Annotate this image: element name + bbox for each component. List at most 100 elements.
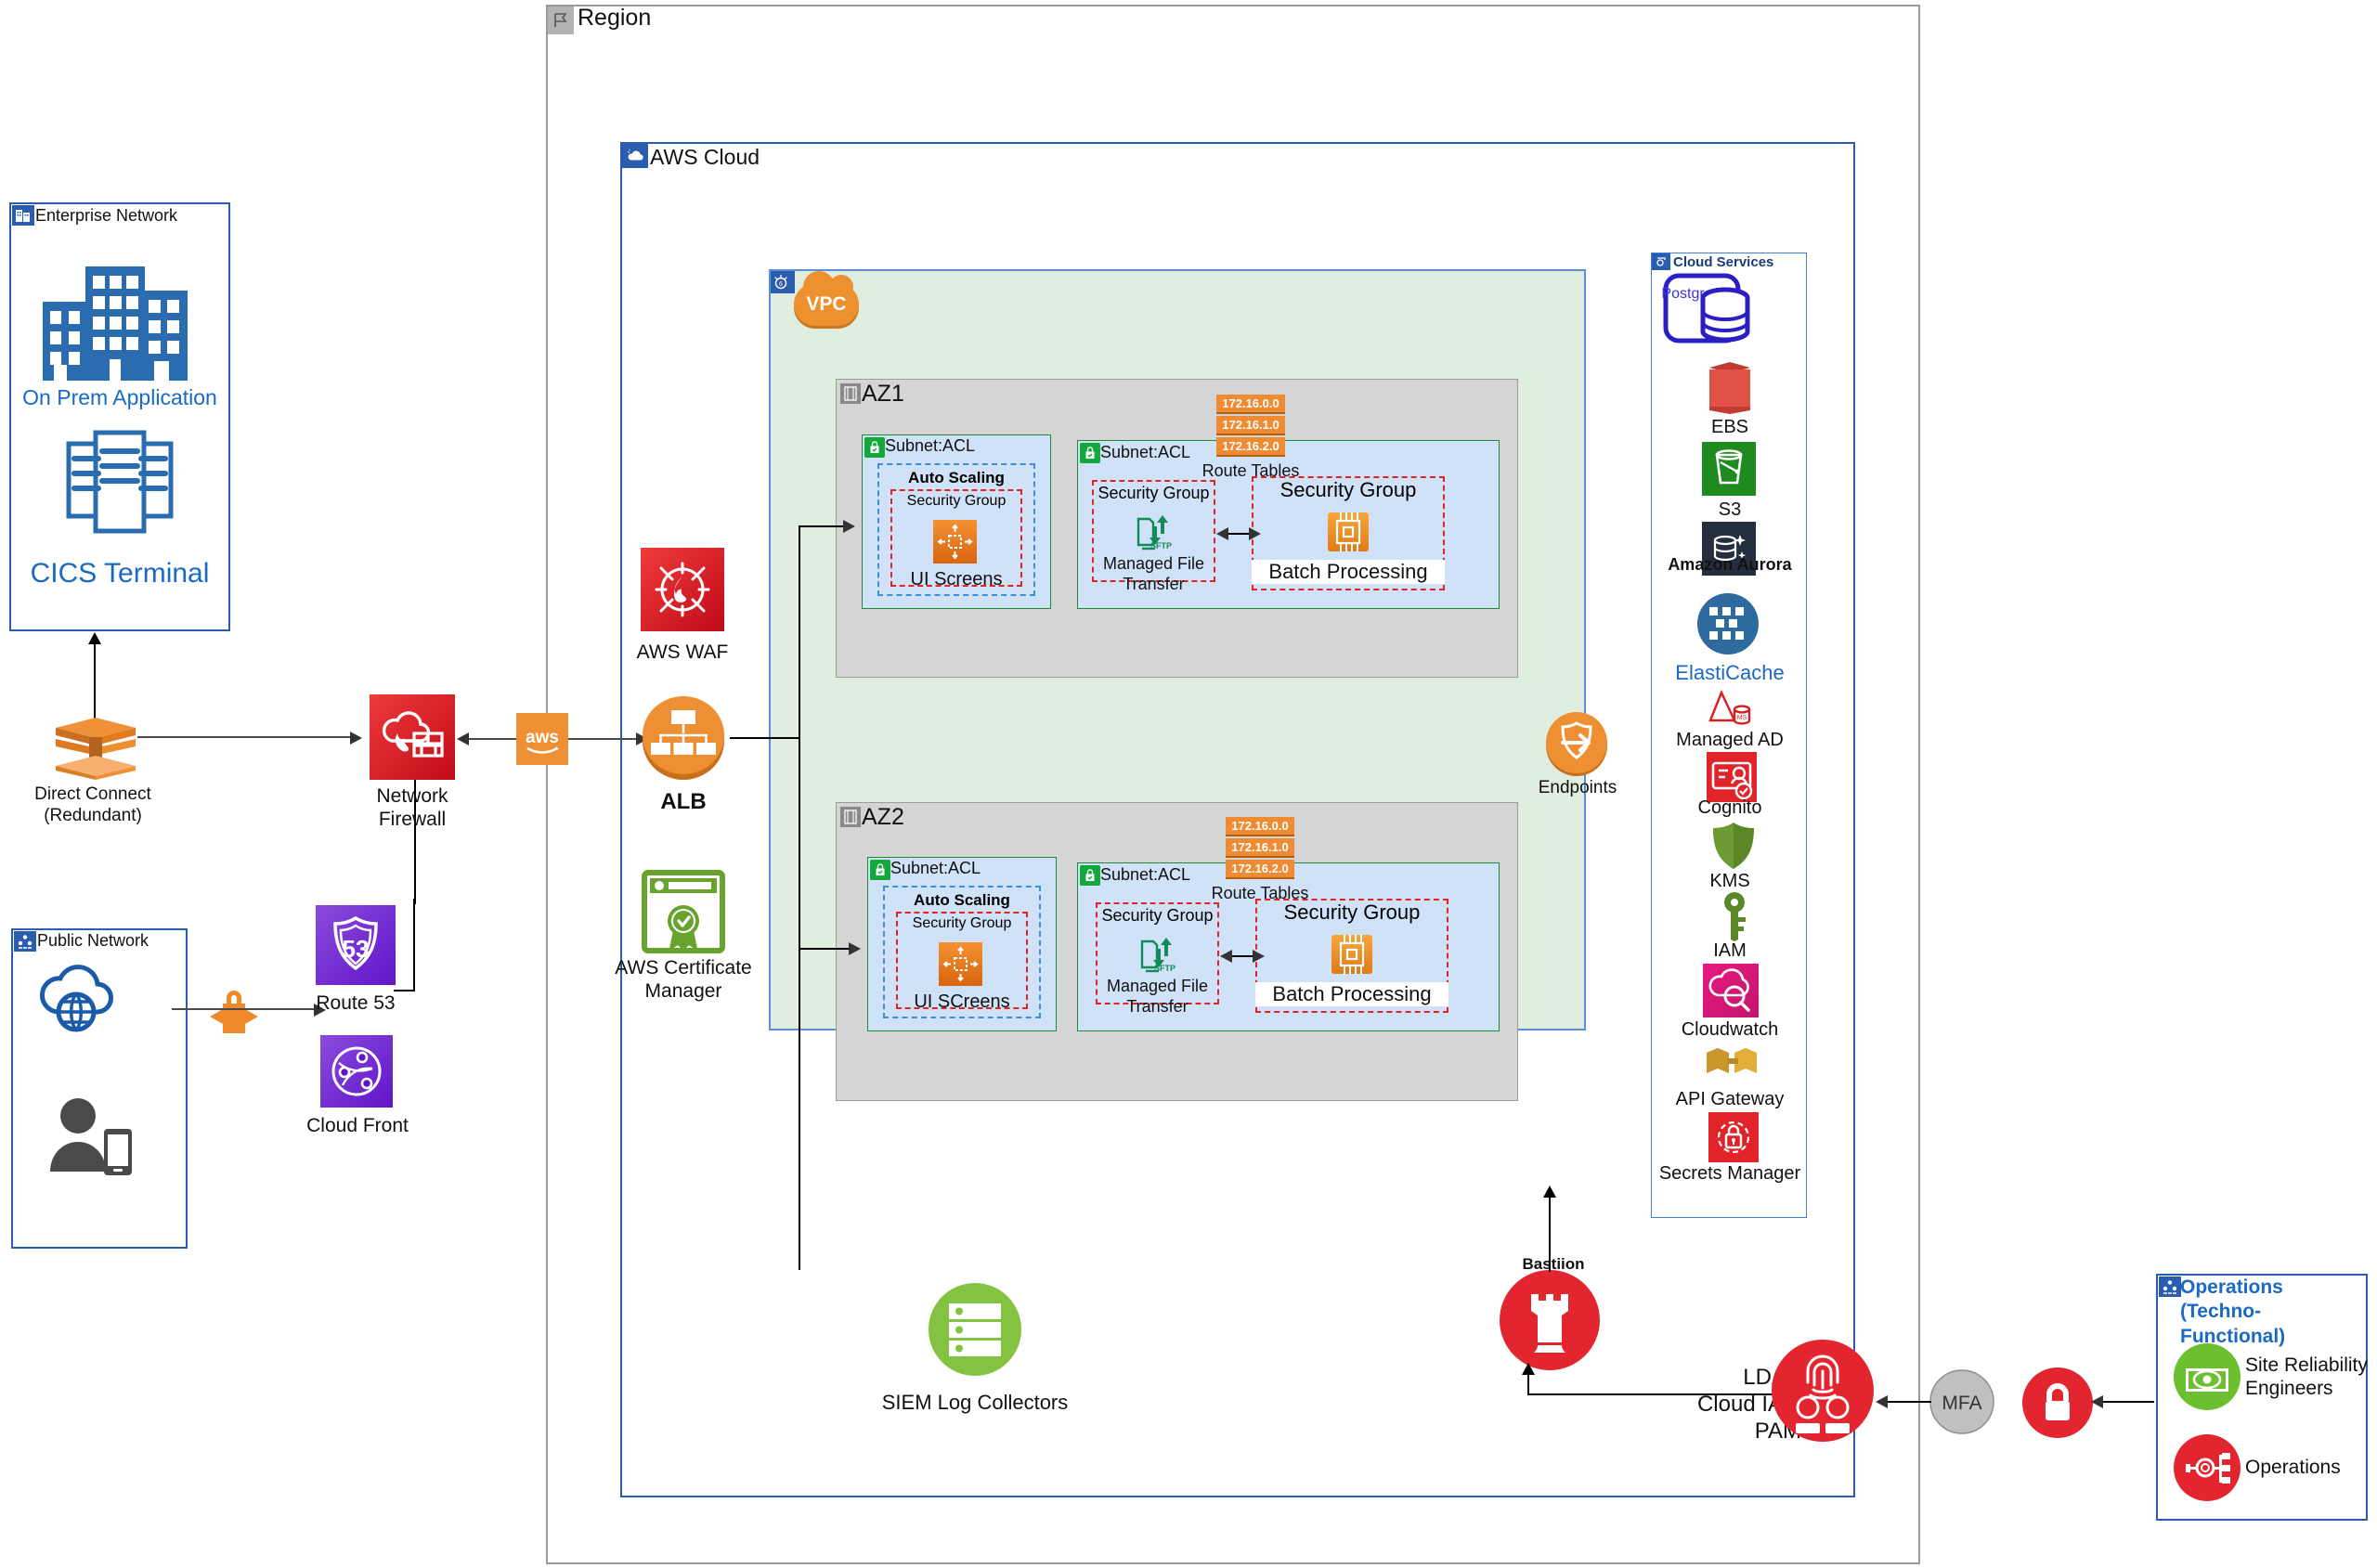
site-reliability-engineer-icon — [2174, 1343, 2241, 1410]
az1-route-cidr-2: 172.16.2.0 — [1216, 437, 1285, 457]
alb-label: ALB — [660, 789, 707, 814]
mfa-icon: MFA — [1929, 1369, 1994, 1434]
az1-route-cidr-0: 172.16.0.0 — [1216, 395, 1285, 414]
az1-route-cidr-1: 172.16.1.0 — [1216, 416, 1285, 435]
iam-label: IAM — [1713, 940, 1747, 961]
aws-to-firewall-arrow — [457, 732, 469, 745]
az1-sg-link-arrow-right — [1249, 527, 1261, 540]
region-label: Region — [578, 5, 652, 31]
identity-biometrics-icon — [1772, 1340, 1874, 1442]
ec2-instance-icon — [939, 942, 982, 986]
network-firewall-icon — [370, 694, 455, 780]
elasticache-label: ElastiCache — [1675, 661, 1785, 684]
az1-ui-screens-label: UI Screens — [910, 569, 1003, 590]
aws-waf-icon — [641, 548, 724, 631]
az1-left-security-group-label: Security Group — [906, 493, 1007, 509]
az2-left-security-group-label: Security Group — [912, 915, 1012, 931]
aws-to-alb-line — [568, 738, 637, 740]
operations-icon — [2174, 1434, 2241, 1501]
az1-label: AZ1 — [862, 381, 904, 407]
operations-to-padlock-line — [2100, 1401, 2154, 1403]
az1-managed-file-transfer-label: Managed File Transfer — [1102, 554, 1205, 593]
region-tag-icon — [548, 6, 574, 34]
route53-side-connector-h — [394, 990, 415, 991]
ebs-label: EBS — [1710, 417, 1749, 437]
office-buildings-icon — [28, 246, 206, 381]
route53-icon: 53 — [316, 905, 396, 985]
direct-connect-to-firewall-arrow — [350, 732, 362, 745]
subnet-acl-icon — [1080, 865, 1100, 886]
secrets-manager-icon — [1708, 1112, 1759, 1162]
subnet-acl-icon — [870, 860, 890, 880]
s3-label: S3 — [1718, 499, 1742, 520]
svg-text:SFTP: SFTP — [1154, 964, 1176, 973]
svg-text:6: 6 — [779, 281, 783, 288]
route53-label: Route 53 — [316, 992, 396, 1014]
direct-connect-to-cics-arrow — [88, 632, 101, 644]
alb-to-az1-arrow — [843, 520, 855, 533]
cloudwatch-label: Cloudwatch — [1681, 1019, 1779, 1040]
sftp-transfer-icon: SFTP — [1138, 934, 1177, 975]
az2-right-sg-right-label: Security Group — [1283, 901, 1421, 924]
alb-to-az2-arrow — [849, 942, 861, 955]
certificate-manager-icon — [642, 870, 725, 953]
alb-to-az2-line — [799, 948, 852, 950]
route53-side-connector-v — [413, 899, 415, 991]
secrets-manager-label: Secrets Manager — [1658, 1163, 1801, 1184]
az2-batch-processing-label: Batch Processing — [1255, 982, 1448, 1007]
bastion-host-icon — [1500, 1270, 1600, 1370]
cics-terminal-icon — [63, 427, 176, 538]
cics-terminal-label: CICS Terminal — [30, 558, 210, 589]
vpc-badge: VPC — [794, 271, 859, 326]
aws-waf-label: AWS WAF — [636, 641, 729, 663]
az2-sg-link-arrow-left — [1220, 950, 1232, 963]
iam-icon — [1718, 891, 1751, 941]
enterprise-network-label: Enterprise Network — [35, 206, 178, 225]
subnet-acl-icon — [864, 437, 885, 458]
certificate-manager-label: AWS Certificate Manager — [615, 957, 752, 1003]
operations-to-padlock-arrow — [2091, 1395, 2103, 1408]
s3-icon — [1702, 442, 1756, 496]
subnet-acl-icon — [1080, 443, 1100, 463]
sftp-transfer-icon: SFTP — [1135, 512, 1174, 552]
alb-branch-line-v — [799, 525, 800, 1270]
az2-subnet-right-label: Subnet:ACL — [1100, 865, 1191, 884]
managed-ad-label: Managed AD — [1676, 730, 1784, 750]
az2-route-cidr-1: 172.16.1.0 — [1226, 838, 1294, 858]
site-reliability-engineers-label: Site Reliability Engineers — [2245, 1354, 2368, 1400]
kms-label: KMS — [1709, 871, 1750, 891]
az1-right-sg-left-label: Security Group — [1098, 484, 1210, 502]
internet-cloud-icon — [35, 961, 121, 1037]
aurora-label: Amazon Aurora — [1668, 555, 1792, 574]
operations-label: Operations (Techno-Functional) — [2180, 1276, 2286, 1347]
operations-item-label: Operations — [2245, 1457, 2341, 1478]
az2-label: AZ2 — [862, 804, 904, 830]
direct-connect-to-cics-line — [94, 643, 96, 725]
direct-connect-label: Direct Connect (Redundant) — [34, 784, 151, 825]
az1-auto-scaling-label: Auto Scaling — [908, 469, 1005, 486]
api-gateway-icon — [1705, 1042, 1759, 1081]
ec2-instance-icon — [933, 520, 977, 564]
padlock-icon — [2022, 1367, 2093, 1438]
az1-subnet-left-label: Subnet:ACL — [885, 436, 976, 455]
az2-ui-screens-label: UI SCreens — [914, 991, 1010, 1012]
az2-route-cidr-0: 172.16.0.0 — [1226, 817, 1294, 836]
az2-subnet-left-label: Subnet:ACL — [890, 859, 981, 877]
aws-to-firewall-line — [464, 738, 516, 740]
cloudfront-label: Cloud Front — [306, 1115, 409, 1136]
az2-right-sg-left-label: Security Group — [1101, 906, 1214, 925]
siem-log-collectors-icon — [929, 1283, 1021, 1376]
cloud-services-icon — [1652, 253, 1670, 270]
az1-sg-link — [1227, 533, 1250, 535]
az2-auto-scaling-label: Auto Scaling — [914, 891, 1010, 909]
availability-zone-icon — [840, 807, 861, 827]
api-gateway-label: API Gateway — [1675, 1089, 1785, 1109]
cloudwatch-icon — [1703, 964, 1759, 1017]
bastion-to-vpc-arrow — [1543, 1186, 1556, 1198]
svg-text:SFTP: SFTP — [1150, 541, 1172, 551]
internet-gateway-icon — [206, 989, 262, 1039]
vpc-icon: 6 — [771, 271, 795, 293]
mfa-to-identity-arrow — [1876, 1395, 1888, 1408]
az1-batch-processing-label: Batch Processing — [1252, 560, 1445, 585]
aws-cloud-icon — [622, 144, 648, 168]
